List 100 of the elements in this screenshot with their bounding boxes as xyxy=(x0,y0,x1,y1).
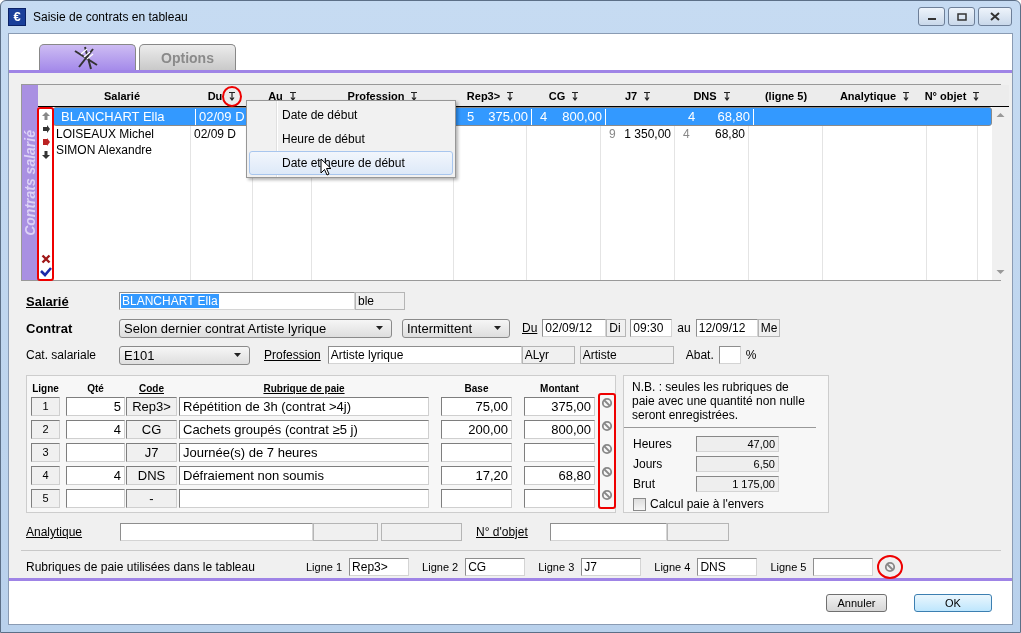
quantity-text: 5 xyxy=(467,108,475,125)
sort-icon[interactable] xyxy=(643,90,652,101)
code-field[interactable]: J7 xyxy=(581,558,642,576)
total-value: 6,50 xyxy=(696,456,779,472)
code-field[interactable]: Rep3> xyxy=(349,558,410,576)
column-header[interactable]: N° objet xyxy=(924,89,967,102)
pay-item-field[interactable]: Journée(s) de 7 heures xyxy=(179,443,429,462)
code-field: DNS xyxy=(126,466,177,485)
pay-item-field[interactable]: Cachets groupés (contrat ≥5 j) xyxy=(179,420,429,439)
abatement-field[interactable] xyxy=(718,346,741,364)
base-field[interactable] xyxy=(441,443,512,462)
field-label[interactable]: Du xyxy=(522,321,538,335)
field-label[interactable]: N° d'objet xyxy=(476,525,550,539)
check-icon[interactable] xyxy=(39,267,52,277)
column-header: Code xyxy=(138,382,165,394)
profession-field[interactable]: Artiste lyrique xyxy=(327,346,522,364)
amount-field[interactable]: 800,00 xyxy=(524,420,595,439)
checkbox[interactable] xyxy=(633,497,646,511)
sort-icon[interactable] xyxy=(722,90,731,101)
dialog-button[interactable]: OK xyxy=(914,593,992,612)
quantity-field[interactable] xyxy=(66,443,125,462)
date-field[interactable]: 12/09/12 xyxy=(695,319,758,337)
sort-icon[interactable] xyxy=(506,90,515,101)
clear-icon[interactable] xyxy=(601,466,613,478)
clear-icon[interactable] xyxy=(601,420,613,432)
field-label: Abat. xyxy=(685,348,714,362)
code-field: ALyr xyxy=(521,346,575,364)
clear-icon[interactable] xyxy=(884,561,897,573)
line-number: 2 xyxy=(31,420,60,439)
maximize-button[interactable] xyxy=(948,7,975,26)
column-header[interactable]: Profession xyxy=(347,89,405,102)
contract-select[interactable]: Selon dernier contrat Artiste lyrique xyxy=(119,318,392,338)
column-header[interactable]: DNS xyxy=(693,89,717,102)
pay-item-field[interactable]: Répétition de 3h (contrat >4j) xyxy=(179,397,429,416)
sort-icon[interactable] xyxy=(288,90,297,101)
amount-field[interactable] xyxy=(524,489,595,508)
column-header[interactable]: J7 xyxy=(624,89,638,102)
menu-item[interactable]: Date et heure de début xyxy=(249,151,453,175)
clear-icon[interactable] xyxy=(601,397,613,409)
line-number: 3 xyxy=(31,443,60,462)
quantity-field[interactable] xyxy=(66,489,125,508)
code-field[interactable] xyxy=(813,558,874,576)
category-select[interactable]: E101 xyxy=(119,345,250,365)
scroll-down-icon[interactable] xyxy=(996,269,1005,275)
column-header[interactable]: Du xyxy=(207,89,223,102)
sort-icon[interactable] xyxy=(410,90,419,101)
object-field[interactable] xyxy=(550,523,667,541)
dialog-button[interactable]: Annuler xyxy=(826,593,887,612)
delete-icon[interactable] xyxy=(40,254,51,264)
column-header[interactable]: Analytique xyxy=(839,89,897,102)
maximize-icon xyxy=(956,12,967,21)
quantity-field[interactable]: 5 xyxy=(66,397,125,416)
column-header[interactable]: Au xyxy=(268,89,283,102)
field-label: au xyxy=(677,321,691,335)
base-field[interactable]: 75,00 xyxy=(441,397,512,416)
amount-field[interactable]: 68,80 xyxy=(524,466,595,485)
code-field: - xyxy=(126,489,177,508)
arrow-icon[interactable] xyxy=(40,124,51,134)
base-field[interactable] xyxy=(441,489,512,508)
amount-field[interactable] xyxy=(524,443,595,462)
table-cell: SIMON Alexandre xyxy=(56,143,153,157)
base-field[interactable]: 200,00 xyxy=(441,420,512,439)
column-header[interactable]: (ligne 5) xyxy=(764,89,808,102)
column-header[interactable]: Rep3> xyxy=(466,89,501,102)
down-arrow-icon[interactable] xyxy=(40,150,51,160)
column-header[interactable]: Salarié xyxy=(103,89,141,102)
clear-icon[interactable] xyxy=(601,489,613,501)
close-button[interactable] xyxy=(978,7,1012,26)
field-label[interactable]: Analytique xyxy=(26,525,120,539)
base-field[interactable]: 17,20 xyxy=(441,466,512,485)
scroll-up-icon[interactable] xyxy=(996,112,1005,118)
sort-icon[interactable] xyxy=(902,90,911,101)
sort-icon[interactable] xyxy=(571,90,580,101)
quantity-field[interactable]: 4 xyxy=(66,420,125,439)
pay-item-field[interactable] xyxy=(179,489,429,508)
pay-item-field[interactable]: Défraiement non soumis xyxy=(179,466,429,485)
object-name-field xyxy=(667,523,729,541)
amount-field[interactable]: 375,00 xyxy=(524,397,595,416)
field-label[interactable]: Profession xyxy=(264,348,321,362)
day-field: Me xyxy=(757,319,780,337)
quantity-text: 9 xyxy=(609,126,616,142)
clear-icon[interactable] xyxy=(601,443,613,455)
column-header[interactable]: CG xyxy=(548,89,566,102)
column-header: Qté xyxy=(86,382,105,394)
arrow-icon[interactable] xyxy=(40,137,51,147)
menu-item[interactable]: Heure de début xyxy=(249,127,453,151)
sort-icon[interactable] xyxy=(228,90,237,101)
analytic-field[interactable] xyxy=(120,523,313,541)
date-field[interactable]: 02/09/12 xyxy=(542,319,607,337)
sort-icon[interactable] xyxy=(972,90,981,101)
close-icon xyxy=(990,12,1000,21)
type-select[interactable]: Intermittent xyxy=(402,318,510,338)
minimize-button[interactable] xyxy=(918,7,945,26)
code-field[interactable]: DNS xyxy=(697,558,758,576)
total-value: 47,00 xyxy=(696,436,779,452)
quantity-field[interactable]: 4 xyxy=(66,466,125,485)
tab[interactable] xyxy=(39,44,136,70)
code-field[interactable]: CG xyxy=(465,558,526,576)
column-header: Rubrique de paie xyxy=(262,382,346,394)
time-field[interactable]: 09:30 xyxy=(630,319,673,337)
